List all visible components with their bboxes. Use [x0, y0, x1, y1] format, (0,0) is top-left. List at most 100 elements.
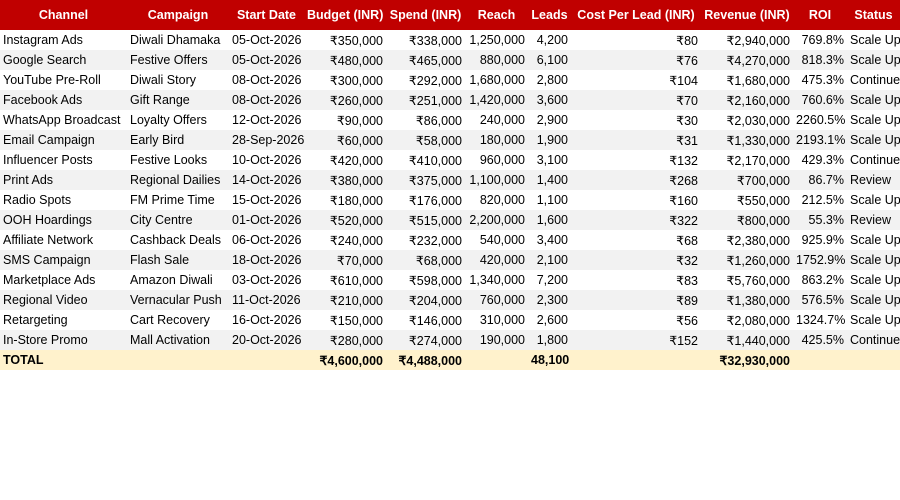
- cell-revenue[interactable]: ₹1,380,000: [701, 290, 793, 310]
- cell-campaign[interactable]: Diwali Story: [127, 70, 229, 90]
- cell-leads[interactable]: 1,100: [528, 190, 571, 210]
- cell-spend[interactable]: ₹68,000: [386, 250, 465, 270]
- cell-budget[interactable]: ₹210,000: [304, 290, 386, 310]
- cell-status[interactable]: Review: [847, 210, 900, 230]
- cell-cost-per-lead[interactable]: ₹104: [571, 70, 701, 90]
- cell-start-date[interactable]: 05-Oct-2026: [229, 30, 304, 50]
- column-header-roi[interactable]: ROI: [793, 0, 847, 30]
- cell-status[interactable]: Scale Up: [847, 30, 900, 50]
- cell-campaign[interactable]: Loyalty Offers: [127, 110, 229, 130]
- cell-revenue[interactable]: ₹5,760,000: [701, 270, 793, 290]
- cell-start-date[interactable]: 12-Oct-2026: [229, 110, 304, 130]
- cell-budget[interactable]: ₹240,000: [304, 230, 386, 250]
- cell-revenue[interactable]: ₹4,270,000: [701, 50, 793, 70]
- cell-revenue[interactable]: ₹2,080,000: [701, 310, 793, 330]
- cell-channel[interactable]: Facebook Ads: [0, 90, 127, 110]
- cell-spend[interactable]: ₹251,000: [386, 90, 465, 110]
- cell-roi[interactable]: 1324.7%: [793, 310, 847, 330]
- cell-start-date[interactable]: 01-Oct-2026: [229, 210, 304, 230]
- cell-start-date[interactable]: 03-Oct-2026: [229, 270, 304, 290]
- cell-channel[interactable]: Instagram Ads: [0, 30, 127, 50]
- total-cell-reach[interactable]: [465, 350, 528, 370]
- total-cell-campaign[interactable]: [127, 350, 229, 370]
- cell-budget[interactable]: ₹280,000: [304, 330, 386, 350]
- total-cell-start-date[interactable]: [229, 350, 304, 370]
- cell-campaign[interactable]: City Centre: [127, 210, 229, 230]
- cell-reach[interactable]: 760,000: [465, 290, 528, 310]
- cell-cost-per-lead[interactable]: ₹268: [571, 170, 701, 190]
- cell-start-date[interactable]: 28-Sep-2026: [229, 130, 304, 150]
- cell-campaign[interactable]: Early Bird: [127, 130, 229, 150]
- cell-channel[interactable]: YouTube Pre-Roll: [0, 70, 127, 90]
- cell-leads[interactable]: 3,400: [528, 230, 571, 250]
- cell-start-date[interactable]: 06-Oct-2026: [229, 230, 304, 250]
- cell-leads[interactable]: 3,100: [528, 150, 571, 170]
- cell-reach[interactable]: 310,000: [465, 310, 528, 330]
- cell-roi[interactable]: 425.5%: [793, 330, 847, 350]
- cell-channel[interactable]: Affiliate Network: [0, 230, 127, 250]
- cell-status[interactable]: Scale Up: [847, 50, 900, 70]
- total-cell-status[interactable]: [847, 350, 900, 370]
- cell-channel[interactable]: SMS Campaign: [0, 250, 127, 270]
- cell-cost-per-lead[interactable]: ₹160: [571, 190, 701, 210]
- column-header-reach[interactable]: Reach: [465, 0, 528, 30]
- cell-budget[interactable]: ₹420,000: [304, 150, 386, 170]
- cell-campaign[interactable]: Festive Offers: [127, 50, 229, 70]
- cell-status[interactable]: Scale Up: [847, 110, 900, 130]
- cell-roi[interactable]: 2193.1%: [793, 130, 847, 150]
- cell-channel[interactable]: Regional Video: [0, 290, 127, 310]
- column-header-campaign[interactable]: Campaign: [127, 0, 229, 30]
- cell-reach[interactable]: 1,420,000: [465, 90, 528, 110]
- cell-channel[interactable]: WhatsApp Broadcast: [0, 110, 127, 130]
- cell-campaign[interactable]: Diwali Dhamaka: [127, 30, 229, 50]
- cell-roi[interactable]: 769.8%: [793, 30, 847, 50]
- cell-leads[interactable]: 6,100: [528, 50, 571, 70]
- cell-spend[interactable]: ₹58,000: [386, 130, 465, 150]
- cell-status[interactable]: Continue: [847, 330, 900, 350]
- cell-channel[interactable]: Radio Spots: [0, 190, 127, 210]
- cell-revenue[interactable]: ₹700,000: [701, 170, 793, 190]
- cell-campaign[interactable]: Gift Range: [127, 90, 229, 110]
- cell-channel[interactable]: Marketplace Ads: [0, 270, 127, 290]
- cell-start-date[interactable]: 15-Oct-2026: [229, 190, 304, 210]
- cell-leads[interactable]: 2,600: [528, 310, 571, 330]
- cell-cost-per-lead[interactable]: ₹132: [571, 150, 701, 170]
- cell-campaign[interactable]: FM Prime Time: [127, 190, 229, 210]
- cell-reach[interactable]: 1,340,000: [465, 270, 528, 290]
- cell-cost-per-lead[interactable]: ₹31: [571, 130, 701, 150]
- cell-budget[interactable]: ₹90,000: [304, 110, 386, 130]
- cell-cost-per-lead[interactable]: ₹83: [571, 270, 701, 290]
- cell-status[interactable]: Scale Up: [847, 250, 900, 270]
- cell-start-date[interactable]: 11-Oct-2026: [229, 290, 304, 310]
- cell-status[interactable]: Review: [847, 170, 900, 190]
- cell-start-date[interactable]: 08-Oct-2026: [229, 90, 304, 110]
- column-header-spend[interactable]: Spend (INR): [386, 0, 465, 30]
- cell-leads[interactable]: 1,400: [528, 170, 571, 190]
- cell-channel[interactable]: In-Store Promo: [0, 330, 127, 350]
- cell-roi[interactable]: 55.3%: [793, 210, 847, 230]
- cell-roi[interactable]: 576.5%: [793, 290, 847, 310]
- cell-revenue[interactable]: ₹2,380,000: [701, 230, 793, 250]
- cell-roi[interactable]: 429.3%: [793, 150, 847, 170]
- cell-spend[interactable]: ₹146,000: [386, 310, 465, 330]
- cell-revenue[interactable]: ₹2,170,000: [701, 150, 793, 170]
- cell-campaign[interactable]: Vernacular Push: [127, 290, 229, 310]
- cell-cost-per-lead[interactable]: ₹56: [571, 310, 701, 330]
- column-header-budget[interactable]: Budget (INR): [304, 0, 386, 30]
- cell-cost-per-lead[interactable]: ₹152: [571, 330, 701, 350]
- cell-reach[interactable]: 190,000: [465, 330, 528, 350]
- cell-roi[interactable]: 925.9%: [793, 230, 847, 250]
- cell-cost-per-lead[interactable]: ₹68: [571, 230, 701, 250]
- cell-campaign[interactable]: Cart Recovery: [127, 310, 229, 330]
- cell-roi[interactable]: 863.2%: [793, 270, 847, 290]
- cell-cost-per-lead[interactable]: ₹89: [571, 290, 701, 310]
- cell-spend[interactable]: ₹86,000: [386, 110, 465, 130]
- cell-channel[interactable]: Email Campaign: [0, 130, 127, 150]
- cell-channel[interactable]: Google Search: [0, 50, 127, 70]
- cell-reach[interactable]: 240,000: [465, 110, 528, 130]
- cell-revenue[interactable]: ₹2,160,000: [701, 90, 793, 110]
- cell-reach[interactable]: 540,000: [465, 230, 528, 250]
- cell-revenue[interactable]: ₹2,940,000: [701, 30, 793, 50]
- cell-spend[interactable]: ₹338,000: [386, 30, 465, 50]
- column-header-start-date[interactable]: Start Date: [229, 0, 304, 30]
